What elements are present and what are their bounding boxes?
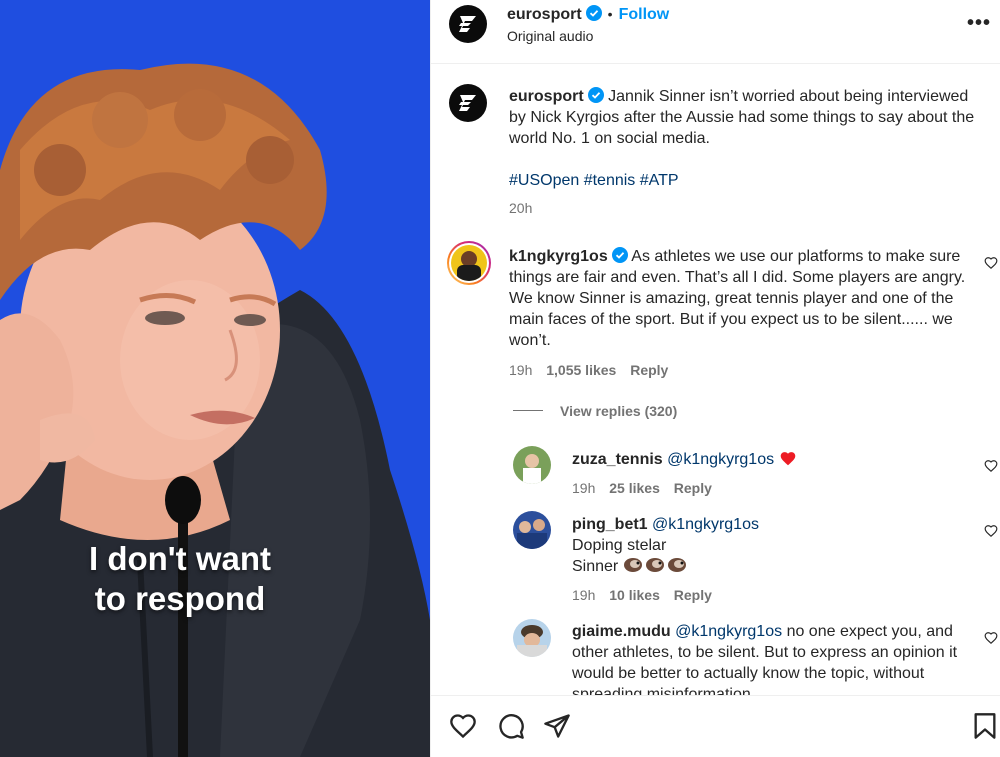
reply-giaime-clip: giaime.mudu @k1ngkyrg1os no one expect y… (572, 621, 972, 695)
reply-meta: 19h 10 likes Reply (572, 587, 712, 603)
comment-likes[interactable]: 1,055 likes (546, 362, 616, 378)
video-frame (0, 0, 430, 757)
reply-like-icon[interactable] (984, 524, 998, 538)
more-options-button[interactable]: ••• (967, 12, 991, 35)
giaime-mudu-avatar[interactable] (513, 619, 551, 657)
save-icon[interactable] (973, 712, 997, 740)
post-time[interactable]: 20h (509, 200, 532, 216)
share-icon[interactable] (543, 712, 571, 740)
reply-time[interactable]: 19h (572, 480, 595, 496)
reply-reply-button[interactable]: Reply (674, 480, 712, 496)
reply-username[interactable]: ping_bet1 (572, 516, 648, 533)
reply-mention[interactable]: @k1ngkyrg1os (667, 451, 774, 468)
reply-zuza-body: zuza_tennis @k1ngkyrg1os (572, 449, 972, 470)
view-replies-line (513, 410, 543, 411)
post-hashtags[interactable]: #USOpen #tennis #ATP (509, 170, 679, 191)
reply-likes[interactable]: 10 likes (609, 587, 660, 603)
post-actions-bar (431, 695, 1000, 757)
verified-icon (587, 87, 604, 103)
view-replies-button[interactable]: View replies (320) (560, 403, 677, 419)
eurosport-logo-icon (459, 95, 476, 111)
follow-button[interactable]: Follow (619, 6, 670, 23)
reply-likes[interactable]: 25 likes (609, 480, 660, 496)
post-author-username[interactable]: eurosport (509, 88, 584, 105)
reply-like-icon[interactable] (984, 631, 998, 645)
reply-text-line-1: Doping stelar (572, 537, 667, 554)
reply-text-line-2: Sinner (572, 558, 619, 575)
zuza-tennis-avatar[interactable] (513, 446, 551, 484)
comment-body: k1ngkyrg1os As athletes we use our platf… (509, 246, 979, 351)
k1ngkyrg1os-avatar[interactable] (447, 241, 491, 285)
comment-like-icon[interactable] (984, 256, 998, 270)
clown-emoji (623, 556, 689, 580)
reply-username[interactable]: zuza_tennis (572, 451, 663, 468)
video-caption-line-2: to respond (94, 580, 266, 617)
audio-label[interactable]: Original audio (507, 28, 669, 44)
comment-icon[interactable] (497, 712, 525, 740)
eurosport-logo-icon (459, 16, 476, 32)
reply-reply-button[interactable]: Reply (674, 587, 712, 603)
reply-giaime-body: giaime.mudu @k1ngkyrg1os no one expect y… (572, 621, 972, 695)
video-caption-line-1: I don't want (89, 540, 271, 577)
ping-bet1-avatar[interactable] (513, 511, 551, 549)
comment-reply-button[interactable]: Reply (630, 362, 668, 378)
reply-username[interactable]: giaime.mudu (572, 623, 671, 640)
heart-emoji (780, 452, 795, 466)
separator-dot: • (607, 6, 613, 22)
verified-icon (585, 5, 602, 21)
reply-time[interactable]: 19h (572, 587, 595, 603)
eurosport-avatar[interactable] (449, 5, 487, 43)
video-player[interactable]: I don't want to respond (0, 0, 430, 757)
header-username[interactable]: eurosport (507, 6, 582, 23)
comment-meta: 19h 1,055 likes Reply (509, 362, 668, 378)
post-header: eurosport • Follow Original audio ••• (431, 0, 1000, 64)
reply-meta: 19h 25 likes Reply (572, 480, 712, 496)
post-panel: eurosport • Follow Original audio ••• euro… (430, 0, 1000, 757)
comment-time[interactable]: 19h (509, 362, 532, 378)
post-author-avatar[interactable] (449, 84, 487, 122)
reply-ping-body: ping_bet1 @k1ngkyrg1os Doping stelar Sin… (572, 514, 972, 580)
reply-mention[interactable]: @k1ngkyrg1os (652, 516, 759, 533)
like-icon[interactable] (449, 712, 477, 740)
comment-username[interactable]: k1ngkyrg1os (509, 248, 608, 265)
post-caption: eurosport Jannik Sinner isn’t worried ab… (509, 86, 984, 149)
reply-like-icon[interactable] (984, 459, 998, 473)
reply-mention[interactable]: @k1ngkyrg1os (675, 623, 782, 640)
verified-icon (611, 247, 628, 263)
